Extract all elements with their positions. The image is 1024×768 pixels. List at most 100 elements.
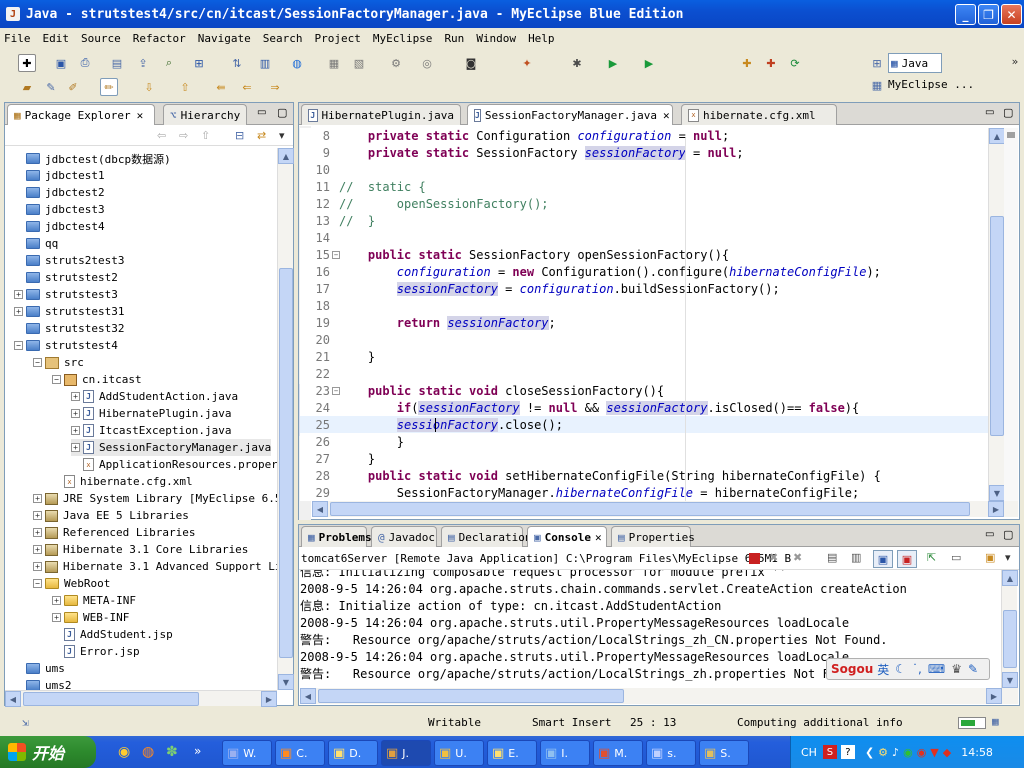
taskbar-button[interactable]: ▣ S. [699, 740, 749, 766]
back-nav-icon[interactable]: ⇦ [157, 129, 166, 142]
tree-item[interactable]: − strutstest4 [14, 337, 118, 354]
open-type-icon[interactable]: ⊞ [190, 54, 208, 72]
myeclipse-perspective-icon[interactable]: ▦ [868, 76, 886, 94]
tree-item[interactable]: − WebRoot [33, 575, 110, 592]
tab-hierarchy[interactable]: ⌥ Hierarchy [163, 104, 247, 125]
collapse-all-icon[interactable]: ⊟ [235, 129, 244, 142]
tab-console[interactable]: ▣ Console ✕ [527, 526, 607, 547]
tree-item[interactable]: + strutstest31 [14, 303, 124, 320]
tree-item[interactable]: strutstest2 [14, 269, 118, 286]
antivirus-icon[interactable]: ◉ [903, 746, 913, 759]
browser-icon[interactable]: ◍ [288, 54, 306, 72]
security-icon[interactable]: ◉ [917, 746, 927, 759]
menu-myeclipse[interactable]: MyEclipse [373, 32, 433, 45]
code-line[interactable]: 11 // static { [300, 179, 990, 196]
code-line[interactable]: 15 public static SessionFactory openSess… [300, 247, 990, 264]
show-stdout-icon[interactable]: ▣ [873, 550, 893, 568]
tree-item[interactable]: x ApplicationResources.propert [71, 456, 278, 473]
tab-hibernate-cfg[interactable]: x hibernate.cfg.xml [681, 104, 837, 125]
maximize-view-icon[interactable]: ▢ [277, 106, 287, 119]
back-icon[interactable]: ⇐ [238, 78, 256, 96]
fold-toggle-icon[interactable]: − [332, 387, 340, 395]
menu-help[interactable]: Help [528, 32, 555, 45]
editor-scrollbar[interactable]: ▲ ▼ [988, 128, 1005, 501]
tree-item[interactable]: + strutstest3 [14, 286, 118, 303]
close-tab-icon[interactable]: ✕ [595, 531, 602, 544]
tree-item[interactable]: qq [14, 235, 58, 252]
myeclipse-perspective[interactable]: MyEclipse ... [888, 78, 974, 91]
hscroll-thumb[interactable] [318, 689, 624, 703]
tree-item[interactable]: + Java EE 5 Libraries [33, 507, 189, 524]
taskbar-button[interactable]: ▣ J. [381, 740, 431, 766]
run-icon[interactable]: ▶ [604, 54, 622, 72]
tree-item[interactable]: x hibernate.cfg.xml [52, 473, 193, 490]
code-line[interactable]: 9 private static SessionFactory sessionF… [300, 145, 990, 162]
tree-item[interactable]: struts2test3 [14, 252, 124, 269]
open-resource-icon[interactable]: ✎ [42, 78, 60, 96]
remove-all-icon[interactable]: ✖ [793, 551, 802, 564]
tree-item[interactable]: J Error.jsp [52, 643, 140, 660]
code-line[interactable]: 29 SessionFactoryManager.hibernateConfig… [300, 485, 990, 502]
expand-toggle-icon[interactable]: − [33, 358, 42, 367]
volume-icon[interactable]: ♪ [892, 746, 899, 759]
explorer-hscrollbar[interactable]: ◀ ▶ [5, 690, 277, 707]
code-line[interactable]: 12 // openSessionFactory(); [300, 196, 990, 213]
expand-toggle-icon[interactable]: + [33, 494, 42, 503]
code-line[interactable]: 26 } [300, 434, 990, 451]
code-line[interactable]: 27 } [300, 451, 990, 468]
fast-view-icon[interactable]: ⇲ [22, 716, 29, 729]
scroll-left-icon[interactable]: ◀ [312, 501, 328, 517]
tab-problems[interactable]: ▦ Problems [301, 526, 372, 547]
expand-toggle-icon[interactable]: + [14, 290, 23, 299]
menu-run[interactable]: Run [444, 32, 464, 45]
new-icon[interactable]: ✚ [18, 54, 36, 72]
display-console-icon[interactable]: ▭ [951, 551, 961, 564]
close-tab-icon[interactable]: ✕ [663, 109, 670, 122]
tree-item[interactable]: + JRE System Library [MyEclipse 6.5M: [33, 490, 278, 507]
more-perspectives-icon[interactable]: » [1006, 52, 1024, 70]
menu-refactor[interactable]: Refactor [133, 32, 186, 45]
code-line[interactable]: 22 [300, 366, 990, 383]
tree-item[interactable]: − cn.itcast [52, 371, 142, 388]
expand-toggle-icon[interactable]: + [14, 307, 23, 316]
last-edit-icon[interactable]: ⇚ [212, 78, 230, 96]
firefox-icon[interactable]: ◍ [142, 744, 154, 760]
tree-item[interactable]: + META-INF [52, 592, 136, 609]
spring-icon[interactable]: ⚙ [387, 54, 405, 72]
code-line[interactable]: 8 private static Configuration configura… [300, 128, 990, 145]
expand-toggle-icon[interactable]: + [52, 613, 61, 622]
gray-tool-icon[interactable]: ▦ [325, 54, 343, 72]
expand-toggle-icon[interactable]: − [52, 375, 61, 384]
tree-item[interactable]: jdbctest2 [14, 184, 105, 201]
taskbar-button[interactable]: ▣ I. [540, 740, 590, 766]
taskbar-button[interactable]: ▣ W. [222, 740, 272, 766]
tree-item[interactable]: + J ItcastException.java [71, 422, 231, 439]
code-line[interactable]: 21 } [300, 349, 990, 366]
server-icon[interactable]: ▤ [108, 54, 126, 72]
scroll-left-icon[interactable]: ◀ [5, 691, 21, 707]
scroll-right-icon[interactable]: ▶ [986, 688, 1002, 704]
team-icon[interactable]: ✦ [518, 54, 536, 72]
scroll-down-icon[interactable]: ▼ [1002, 672, 1018, 688]
menu-edit[interactable]: Edit [43, 32, 70, 45]
menu-file[interactable]: File [4, 32, 31, 45]
new-java-project-icon[interactable]: ✚ [738, 54, 756, 72]
expand-toggle-icon[interactable]: − [33, 579, 42, 588]
alert-icon[interactable]: ◆ [943, 746, 951, 759]
tray-language[interactable]: CH [801, 746, 817, 759]
code-line[interactable]: 25 sessionFactory.close(); [300, 417, 990, 434]
moon-icon[interactable]: ☾ [895, 662, 906, 676]
tree-item[interactable]: + Hibernate 3.1 Advanced Support Libr [33, 558, 278, 575]
gray-tool2-icon[interactable]: ▧ [350, 54, 368, 72]
link-editor-icon[interactable]: ⇄ [257, 129, 266, 142]
code-line[interactable]: 16 configuration = new Configuration().c… [300, 264, 990, 281]
prev-annotation-icon[interactable]: ⇧ [176, 78, 194, 96]
camera-icon[interactable]: ◙ [462, 54, 480, 72]
tree-item[interactable]: jdbctest3 [14, 201, 105, 218]
shield-icon[interactable]: ▼ [930, 746, 938, 759]
expand-toggle-icon[interactable]: + [71, 426, 80, 435]
open-console-icon[interactable]: ▣ [985, 551, 995, 564]
maximize-editor-icon[interactable]: ▢ [1003, 106, 1013, 119]
scroll-left-icon[interactable]: ◀ [300, 688, 316, 704]
tree-item[interactable]: ums2 [14, 677, 72, 690]
